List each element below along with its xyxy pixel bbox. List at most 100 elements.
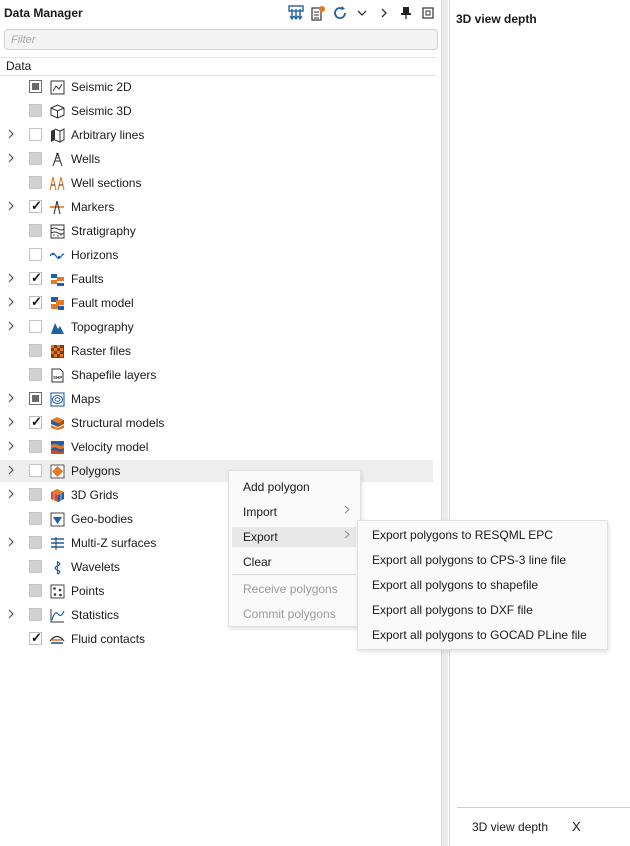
export-menu-item-label: Export polygons to RESQML EPC bbox=[372, 528, 553, 542]
pin-icon[interactable] bbox=[397, 4, 415, 22]
expand-chevron-icon[interactable] bbox=[7, 273, 17, 285]
expand-chevron-icon[interactable] bbox=[7, 417, 17, 429]
expand-chevron-icon[interactable] bbox=[7, 297, 17, 309]
points-icon bbox=[49, 583, 65, 599]
tree-row[interactable]: Stratigraphy bbox=[0, 220, 433, 242]
panel-title-bar: Data Manager bbox=[0, 0, 441, 26]
tree-row-label: Well sections bbox=[71, 176, 142, 190]
visibility-checkbox[interactable] bbox=[29, 294, 42, 310]
visibility-checkbox[interactable] bbox=[29, 512, 42, 525]
menu-item-receive-polygons[interactable]: Receive polygons bbox=[232, 579, 356, 599]
expand-chevron-icon[interactable] bbox=[7, 441, 17, 453]
visibility-checkbox[interactable] bbox=[29, 488, 42, 501]
expand-chevron-icon[interactable] bbox=[7, 201, 17, 213]
tree-row-label: Topography bbox=[71, 320, 134, 334]
tree-row[interactable]: Polygons bbox=[0, 460, 433, 482]
visibility-checkbox[interactable] bbox=[29, 320, 42, 333]
tree-row[interactable]: Fault model bbox=[0, 292, 433, 314]
view-tab[interactable]: 3D view depth X bbox=[457, 807, 630, 846]
tree-row[interactable]: Horizons bbox=[0, 244, 433, 266]
tree-row-label: Velocity model bbox=[71, 440, 149, 454]
seismic-3d-icon bbox=[49, 103, 65, 119]
3d-grids-icon bbox=[49, 487, 65, 503]
tree-row[interactable]: 3D Grids bbox=[0, 484, 433, 506]
tree-row[interactable]: Well sections bbox=[0, 172, 433, 194]
visibility-checkbox[interactable] bbox=[29, 440, 42, 453]
multi-z-surfaces-icon bbox=[49, 535, 65, 551]
stratigraphy-icon bbox=[49, 223, 65, 239]
visibility-checkbox[interactable] bbox=[29, 248, 42, 261]
tree-row[interactable]: Maps bbox=[0, 388, 433, 410]
export-menu-item[interactable]: Export polygons to RESQML EPC bbox=[362, 524, 603, 546]
faults-icon bbox=[49, 271, 65, 287]
tree-row[interactable]: Seismic 2D bbox=[0, 76, 433, 98]
data-column-header[interactable]: Data bbox=[0, 57, 436, 76]
visibility-checkbox[interactable] bbox=[29, 560, 42, 573]
export-menu-item[interactable]: Export all polygons to GOCAD PLine file bbox=[362, 624, 603, 646]
expand-chevron-icon[interactable] bbox=[7, 129, 17, 141]
visibility-checkbox[interactable] bbox=[29, 414, 42, 430]
tree-row[interactable]: SHP Shapefile layers bbox=[0, 364, 433, 386]
tree-row-label: Fluid contacts bbox=[71, 632, 146, 646]
visibility-checkbox[interactable] bbox=[29, 152, 42, 165]
visibility-checkbox[interactable] bbox=[29, 368, 42, 381]
visibility-checkbox[interactable] bbox=[29, 224, 42, 237]
menu-item-clear[interactable]: Clear bbox=[232, 552, 356, 572]
visibility-checkbox[interactable] bbox=[29, 536, 42, 549]
menu-item-export[interactable]: Export bbox=[232, 527, 356, 547]
visibility-checkbox[interactable] bbox=[29, 80, 42, 93]
tree-row-label: 3D Grids bbox=[71, 488, 119, 502]
menu-item-commit-polygons[interactable]: Commit polygons bbox=[232, 604, 356, 624]
tree-row[interactable]: Structural models bbox=[0, 412, 433, 434]
visibility-checkbox[interactable] bbox=[29, 104, 42, 117]
menu-item-import[interactable]: Import bbox=[232, 502, 356, 522]
export-menu-item-label: Export all polygons to GOCAD PLine file bbox=[372, 628, 587, 642]
filter-input[interactable] bbox=[5, 30, 437, 49]
visibility-checkbox[interactable] bbox=[29, 392, 42, 405]
tree-scrollbar[interactable] bbox=[433, 76, 439, 836]
close-tab-button[interactable]: X bbox=[572, 819, 581, 834]
menu-item-add-polygon[interactable]: Add polygon bbox=[232, 477, 356, 497]
visibility-checkbox[interactable] bbox=[29, 344, 42, 357]
visibility-checkbox[interactable] bbox=[29, 608, 42, 621]
tree-row[interactable]: Raster files bbox=[0, 340, 433, 362]
view-tab-label[interactable]: 3D view depth bbox=[472, 820, 548, 834]
tree-row[interactable]: Topography bbox=[0, 316, 433, 338]
export-menu-item[interactable]: Export all polygons to DXF file bbox=[362, 599, 603, 621]
tree-row-label: Polygons bbox=[71, 464, 121, 478]
expand-chevron-icon[interactable] bbox=[7, 321, 17, 333]
visibility-checkbox[interactable] bbox=[29, 176, 42, 189]
visibility-checkbox[interactable] bbox=[29, 630, 42, 646]
tree-row[interactable]: Seismic 3D bbox=[0, 100, 433, 122]
import-icon[interactable] bbox=[309, 4, 327, 22]
visibility-checkbox[interactable] bbox=[29, 128, 42, 141]
visibility-checkbox[interactable] bbox=[29, 198, 42, 214]
export-menu-item-label: Export all polygons to CPS-3 line file bbox=[372, 553, 567, 567]
expand-chevron-icon[interactable] bbox=[7, 609, 17, 621]
panel-splitter[interactable] bbox=[442, 0, 448, 846]
expand-chevron-icon[interactable] bbox=[7, 489, 17, 501]
context-menu: Add polygon Import Export Clear Receive poly… bbox=[228, 470, 361, 627]
tree-row[interactable]: Markers bbox=[0, 196, 433, 218]
visibility-checkbox[interactable] bbox=[29, 270, 42, 286]
expand-chevron-icon[interactable] bbox=[7, 153, 17, 165]
tree-row[interactable]: Arbitrary lines bbox=[0, 124, 433, 146]
export-menu-item[interactable]: Export all polygons to CPS-3 line file bbox=[362, 549, 603, 571]
visibility-checkbox[interactable] bbox=[29, 584, 42, 597]
visibility-checkbox[interactable] bbox=[29, 464, 42, 477]
add-data-icon[interactable] bbox=[287, 4, 305, 22]
expand-chevron-icon[interactable] bbox=[7, 465, 17, 477]
chevron-down-icon[interactable] bbox=[353, 4, 371, 22]
refresh-icon[interactable] bbox=[331, 4, 349, 22]
restore-window-icon[interactable] bbox=[419, 4, 437, 22]
chevron-right-icon[interactable] bbox=[375, 4, 393, 22]
expand-chevron-icon[interactable] bbox=[7, 393, 17, 405]
tree-row[interactable]: Faults bbox=[0, 268, 433, 290]
filter-field[interactable] bbox=[4, 29, 438, 50]
export-menu-item[interactable]: Export all polygons to shapefile bbox=[362, 574, 603, 596]
tree-row-label: Horizons bbox=[71, 248, 119, 262]
expand-chevron-icon[interactable] bbox=[7, 537, 17, 549]
tree-row[interactable]: Velocity model bbox=[0, 436, 433, 458]
tree-row[interactable]: Wells bbox=[0, 148, 433, 170]
column-header-label: Data bbox=[6, 59, 32, 73]
